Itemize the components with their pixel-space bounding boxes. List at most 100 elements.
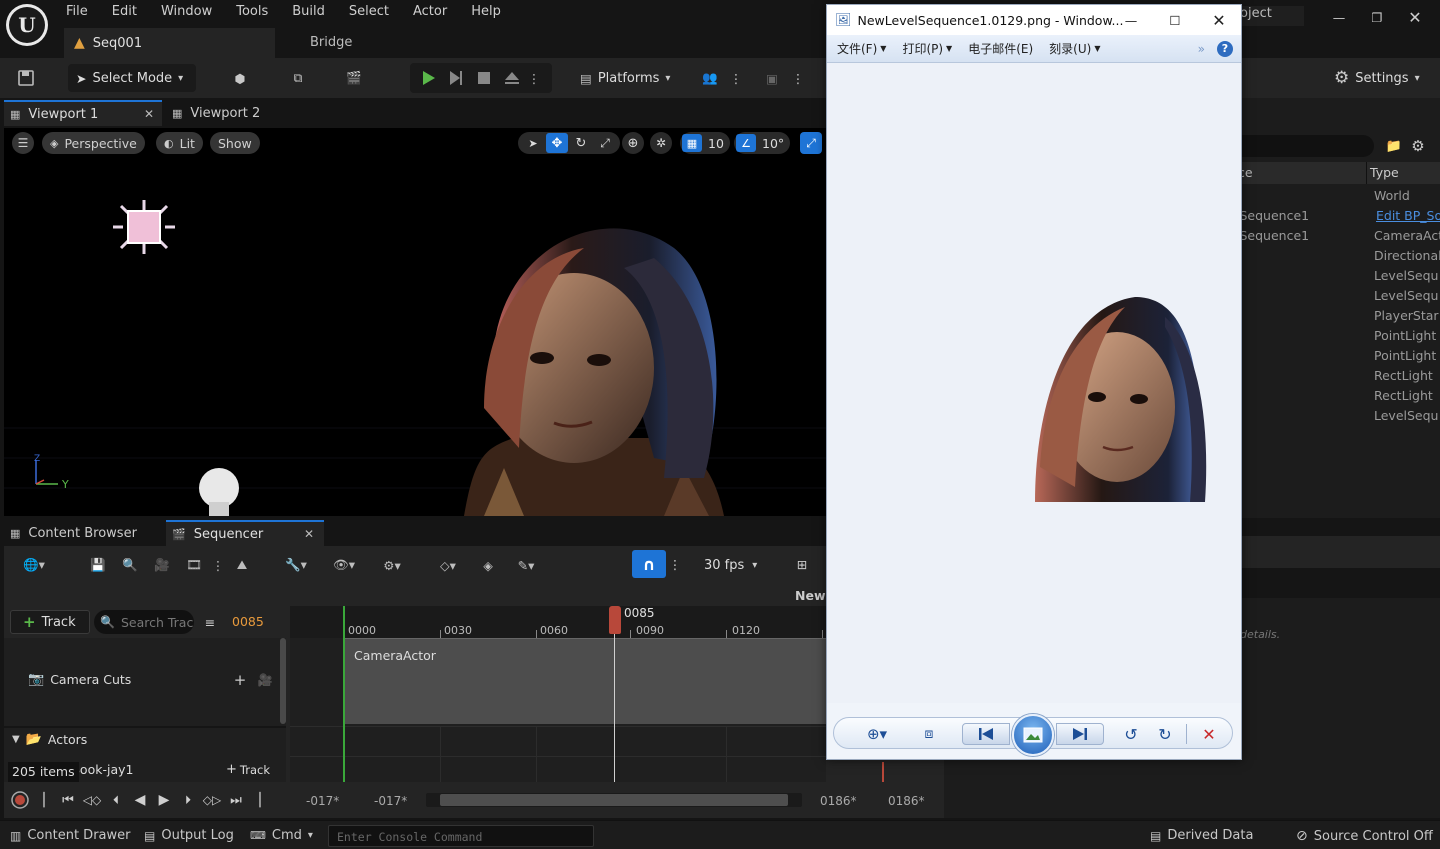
console-input[interactable]: Enter Console Command <box>328 825 594 847</box>
menu-window[interactable]: Window <box>149 0 224 24</box>
add-actor-icon[interactable]: ⬢ <box>226 64 254 92</box>
add-folder-icon[interactable]: 📁 <box>1384 136 1404 156</box>
advance-frame-icon[interactable] <box>444 66 468 90</box>
playback-end-marker[interactable] <box>882 762 884 782</box>
play-forward-icon[interactable]: ▶ <box>152 788 176 812</box>
tab-content-browser[interactable]: ▦ Content Browser <box>4 520 164 546</box>
tab-sequencer[interactable]: 🎬 Sequencer ✕ <box>166 520 324 546</box>
perspective-button[interactable]: ◈ Perspective <box>42 132 145 154</box>
camera-lock-icon[interactable]: 🎥 <box>256 672 274 688</box>
actor-track[interactable]: Sook-jay1 <box>72 762 133 777</box>
playback-start-marker[interactable] <box>343 606 345 782</box>
camera-section[interactable]: CameraActor <box>344 638 826 724</box>
add-track-button[interactable]: + Track <box>10 610 90 634</box>
tab-viewport-2[interactable]: ▦ Viewport 2 <box>166 100 326 126</box>
curve-editor-icon[interactable]: ⊞ <box>788 550 816 578</box>
point-light-bulb-icon[interactable] <box>196 466 242 516</box>
jump-end-icon[interactable]: ⏭ <box>224 788 248 812</box>
platforms-button[interactable]: ▤ Platforms ▾ <box>580 64 670 92</box>
actors-folder-track[interactable]: ▼ 📂 Actors <box>12 732 87 747</box>
light-sprite-icon[interactable] <box>109 198 179 256</box>
menu-tools[interactable]: Tools <box>224 0 280 24</box>
time-ruler[interactable]: 0000 0030 0060 0090 0120 <box>290 606 826 638</box>
play-reverse-icon[interactable]: ◀ <box>128 788 152 812</box>
lit-button[interactable]: ◐ Lit <box>156 132 203 154</box>
source-control-button[interactable]: ⊘ Source Control Off <box>1296 828 1433 844</box>
more-options-icon[interactable]: ⋮ <box>210 548 226 582</box>
content-drawer-button[interactable]: ▥ Content Drawer <box>10 828 130 843</box>
range-start-b[interactable]: -017* <box>374 794 407 808</box>
close-icon[interactable]: ✕ <box>1197 5 1241 35</box>
slideshow-icon[interactable] <box>1012 714 1054 756</box>
show-button[interactable]: Show <box>210 132 260 154</box>
menu-print-cn[interactable]: 打印(P) ▼ <box>902 40 952 57</box>
help-icon[interactable]: ? <box>1217 40 1233 57</box>
track-list-scrollbar[interactable] <box>280 638 286 724</box>
camera-icon[interactable]: 🎥 <box>146 548 178 582</box>
restore-icon[interactable]: ❐ <box>1358 4 1396 30</box>
range-end-a[interactable]: 0186* <box>820 794 857 808</box>
menu-edit[interactable]: Edit <box>100 0 149 24</box>
settings-button[interactable]: ⚙ Settings ▾ <box>1334 64 1420 92</box>
close-icon[interactable]: ✕ <box>1396 4 1434 30</box>
camera-cuts-track[interactable]: 📷 Camera Cuts <box>28 672 131 687</box>
menu-burn-cn[interactable]: 刻录(U) ▼ <box>1049 40 1100 57</box>
rotate-ccw-icon[interactable]: ↺ <box>1118 722 1144 746</box>
outliner-row-name[interactable]: lSequence1 <box>1236 206 1366 226</box>
select-tool-icon[interactable]: ➤ <box>522 133 544 153</box>
next-icon[interactable] <box>1056 723 1104 745</box>
eject-icon[interactable] <box>500 66 524 90</box>
output-log-button[interactable]: ▤ Output Log <box>144 828 234 843</box>
range-start-a[interactable]: -017* <box>306 794 339 808</box>
current-frame-value[interactable]: 0085 <box>232 614 264 629</box>
tools-icon[interactable]: 🔧▾ <box>272 548 320 582</box>
bridge-tab[interactable]: Bridge <box>310 35 352 50</box>
world-icon[interactable]: 🌐▾ <box>10 548 58 582</box>
menu-build[interactable]: Build <box>280 0 337 24</box>
filter-icon[interactable]: ≡ <box>200 612 220 632</box>
playhead-line[interactable] <box>614 620 615 782</box>
keyframe-icon[interactable]: ◇▾ <box>424 548 472 582</box>
unreal-logo[interactable]: U <box>6 4 48 46</box>
step-forward-icon[interactable]: ⏵ <box>176 788 200 812</box>
record-icon[interactable] <box>8 788 32 812</box>
menu-select[interactable]: Select <box>337 0 401 24</box>
outliner-search[interactable] <box>1230 135 1374 157</box>
derived-data-button[interactable]: ▤ Derived Data <box>1150 828 1253 843</box>
world-local-icon[interactable]: ⊕ <box>622 132 644 154</box>
go-to-start-icon[interactable]: ⎮ <box>32 788 56 812</box>
maximize-icon[interactable]: ☐ <box>1153 5 1197 35</box>
close-icon[interactable]: ✕ <box>304 527 314 541</box>
cinematics-icon[interactable]: 🎬 <box>340 64 368 92</box>
next-key-icon[interactable]: ◇▷ <box>200 788 224 812</box>
rotate-cw-icon[interactable]: ↻ <box>1152 722 1178 746</box>
maximize-viewport-icon[interactable]: ⤢ <box>800 132 822 154</box>
tab-viewport-1[interactable]: ▦ Viewport 1 ✕ <box>4 100 162 126</box>
users-icon[interactable]: 👥 <box>696 64 724 92</box>
grid-snap[interactable]: ▦ 10 <box>680 132 730 154</box>
add-camera-cut-icon[interactable]: + <box>232 671 248 689</box>
outliner-row-name[interactable] <box>1236 186 1366 206</box>
level-tab[interactable]: ▲ Seq001 <box>64 28 275 58</box>
scale-tool-icon[interactable]: ⤢ <box>594 133 616 153</box>
play-options-icon[interactable]: ⋮ <box>528 66 541 90</box>
fit-window-icon[interactable]: ⧈ <box>916 722 942 746</box>
jump-back-icon[interactable]: ⏮ <box>56 788 80 812</box>
revision-icon[interactable]: ▣ <box>758 64 786 92</box>
cmd-dropdown[interactable]: ⌨ Cmd ▾ <box>250 828 313 843</box>
menu-file[interactable]: File <box>54 0 100 24</box>
step-back-icon[interactable]: ⏴ <box>104 788 128 812</box>
render-icon[interactable]: 🎞 <box>178 548 210 582</box>
minimize-icon[interactable]: — <box>1320 4 1358 30</box>
blueprint-icon[interactable]: ⧉ <box>284 64 312 92</box>
rotate-tool-icon[interactable]: ↻ <box>570 133 592 153</box>
minimize-icon[interactable]: — <box>1109 5 1153 35</box>
more-options-icon[interactable]: ⋮ <box>668 550 682 578</box>
playhead-handle[interactable] <box>609 606 621 634</box>
surface-snap-icon[interactable]: ✲ <box>650 132 672 154</box>
outliner-row-type-link[interactable]: Edit BP_So <box>1374 206 1440 226</box>
curve-icon[interactable]: ⛰ <box>226 548 258 582</box>
select-mode-button[interactable]: ➤ Select Mode ▾ <box>68 64 196 92</box>
key-add-icon[interactable]: ◈ <box>472 548 504 582</box>
menu-file-cn[interactable]: 文件(F) ▼ <box>837 40 886 57</box>
